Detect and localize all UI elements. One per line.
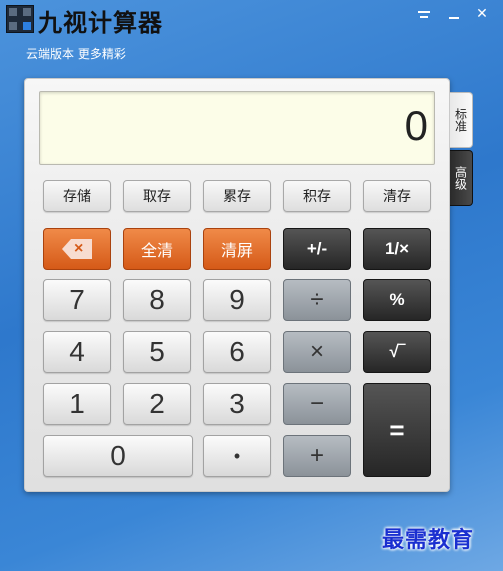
digit-3-button[interactable]: 3 xyxy=(203,383,271,425)
negate-button[interactable]: +/- xyxy=(283,228,351,270)
digit-2-button[interactable]: 2 xyxy=(123,383,191,425)
digit-8-button[interactable]: 8 xyxy=(123,279,191,321)
tab-standard[interactable]: 标准 xyxy=(450,92,473,148)
display-value: 0 xyxy=(404,102,428,149)
digit-7-button[interactable]: 7 xyxy=(43,279,111,321)
close-button[interactable]: ✕ xyxy=(468,3,496,25)
reciprocal-button[interactable]: 1/× xyxy=(363,228,431,270)
plus-button[interactable]: + xyxy=(283,435,351,477)
digit-0-button[interactable]: 0 xyxy=(43,435,193,477)
calculator-panel: 0 存储 取存 累存 积存 清存 × 全清 清屏 +/- 1/× 7 8 9 ÷… xyxy=(24,78,450,492)
memory-store-button[interactable]: 存储 xyxy=(43,180,111,212)
title-bar: 九视计算器 ✕ xyxy=(0,0,503,37)
backspace-button[interactable]: × xyxy=(43,228,111,270)
display-screen: 0 xyxy=(39,91,435,165)
digit-4-button[interactable]: 4 xyxy=(43,331,111,373)
decimal-point-button[interactable]: • xyxy=(203,435,271,477)
square-root-button[interactable]: √‾ xyxy=(363,331,431,373)
tab-advanced[interactable]: 高级 xyxy=(450,150,473,206)
divide-button[interactable]: ÷ xyxy=(283,279,351,321)
multiply-button[interactable]: × xyxy=(283,331,351,373)
clear-screen-button[interactable]: 清屏 xyxy=(203,228,271,270)
memory-recall-button[interactable]: 取存 xyxy=(123,180,191,212)
memory-multiply-button[interactable]: 积存 xyxy=(283,180,351,212)
app-title: 九视计算器 xyxy=(38,9,163,37)
memory-add-button[interactable]: 累存 xyxy=(203,180,271,212)
digit-9-button[interactable]: 9 xyxy=(203,279,271,321)
minus-button[interactable]: − xyxy=(283,383,351,425)
menu-dropdown-icon[interactable] xyxy=(410,3,438,25)
subtitle-link[interactable]: 云端版本 更多精彩 xyxy=(26,45,126,62)
equals-button[interactable]: = xyxy=(363,383,431,477)
watermark: 最需教育 xyxy=(382,527,475,553)
minimize-button[interactable] xyxy=(440,3,468,25)
app-logo-icon xyxy=(6,5,34,33)
memory-clear-button[interactable]: 清存 xyxy=(363,180,431,212)
clear-all-button[interactable]: 全清 xyxy=(123,228,191,270)
digit-5-button[interactable]: 5 xyxy=(123,331,191,373)
digit-6-button[interactable]: 6 xyxy=(203,331,271,373)
percent-button[interactable]: % xyxy=(363,279,431,321)
backspace-icon: × xyxy=(62,239,92,259)
digit-1-button[interactable]: 1 xyxy=(43,383,111,425)
